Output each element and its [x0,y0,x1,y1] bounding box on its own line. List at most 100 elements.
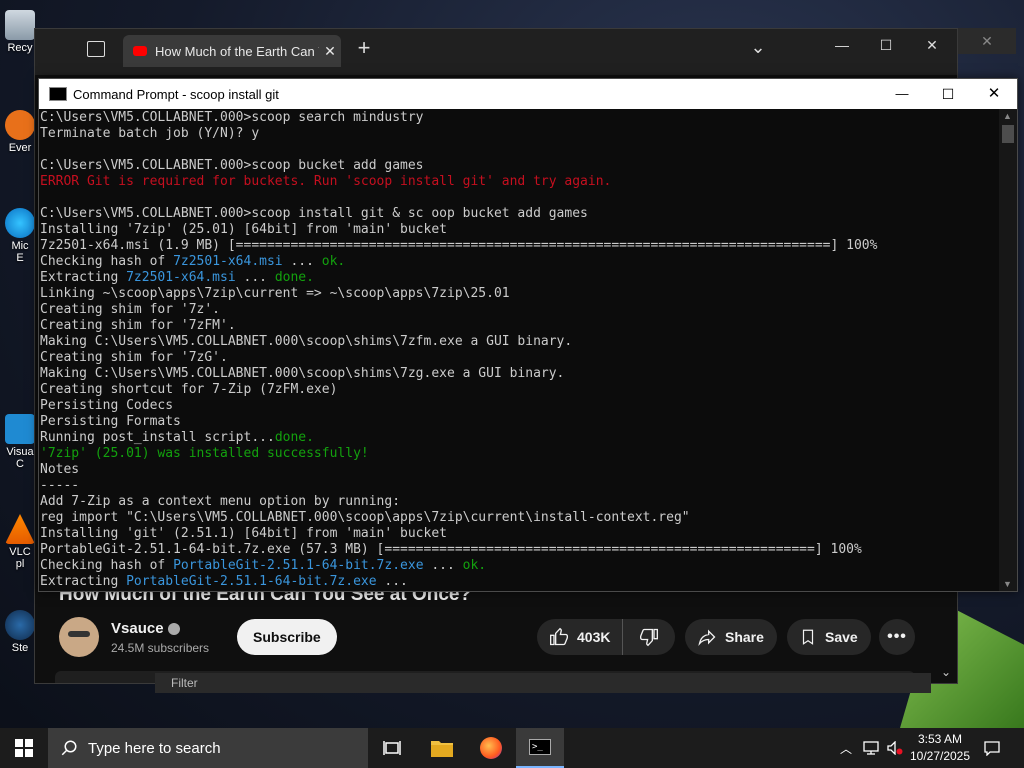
like-dislike-group: 403K [537,619,675,655]
terminal-line: Linking ~\scoop\apps\7zip\current => ~\s… [40,286,510,301]
text-segment: Running post_install script... [40,430,275,445]
cmd-minimize-button[interactable]: — [879,79,925,109]
cmd-title-bar[interactable]: Command Prompt - scoop install git — ☐ ✕ [39,79,1017,109]
channel-name-row: Vsauce [111,620,209,637]
tab-title: How Much of the Earth Can Yo [155,43,319,59]
terminal-progress-line: 7z2501-x64.msi (1.9 MB) [===============… [40,238,878,253]
terminal-line: Creating shim for '7zG'. [40,350,228,365]
text-segment: ... [376,574,408,589]
terminal-progress-line: PortableGit-2.51.1-64-bit.7z.exe (57.3 M… [40,542,862,557]
terminal-line: Checking hash of PortableGit-2.51.1-64-b… [39,558,999,574]
taskbar-file-explorer[interactable] [418,728,466,768]
notifications-button[interactable] [980,728,1004,768]
browser-minimize-button[interactable]: — [827,37,857,53]
edge-icon [5,208,35,238]
subscriber-count: 24.5M subscribers [111,640,210,655]
browser-tab-bar: How Much of the Earth Can Yo ✕ + ⌄ — ☐ ✕ [35,29,957,75]
terminal-line: Checking hash of 7z2501-x64.msi ... ok. [39,254,999,270]
thumbs-down-icon [640,628,659,647]
windows-logo-icon [15,739,33,757]
cmd-maximize-button[interactable]: ☐ [925,79,971,109]
scroll-down-arrow-icon[interactable]: ▼ [1003,579,1012,589]
filename-segment: 7z2501-x64.msi [126,270,236,285]
dislike-button[interactable] [623,627,667,647]
tab-actions-icon[interactable] [87,41,105,57]
terminal-line: reg import "C:\Users\VM5.COLLABNET.000\s… [40,510,690,525]
terminal-line: Running post_install script...done. [39,430,999,446]
share-icon [698,629,716,647]
taskbar-clock[interactable]: 3:53 AM 10/27/2025 [908,731,972,765]
terminal-line: Extracting PortableGit-2.51.1-64-bit.7z.… [39,574,999,590]
text-segment: ... [235,270,275,285]
taskbar: Type here to search >_ ︿ 3:53 AM 10/27/2… [0,728,1024,768]
subscribe-button[interactable]: Subscribe [237,619,337,655]
text-segment: ... [423,558,463,573]
status-segment: ok. [321,254,346,269]
save-button[interactable]: Save [787,619,871,655]
terminal-line: Creating shim for '7z'. [40,302,221,317]
terminal-line: Creating shim for '7zFM'. [40,318,236,333]
text-segment: Checking hash of [40,558,174,573]
taskbar-search-box[interactable]: Type here to search [48,728,368,768]
show-hidden-icons-button[interactable]: ︿ [836,728,856,768]
channel-name[interactable]: Vsauce [111,620,164,637]
browser-scroll-down-icon[interactable]: ⌄ [941,665,951,679]
share-button[interactable]: Share [685,619,777,655]
channel-info: Vsauce 24.5M subscribers [59,617,209,657]
filter-bar[interactable]: Filter [155,673,931,693]
filename-segment: PortableGit-2.51.1-64-bit.7z.exe [126,574,377,589]
task-view-button[interactable] [368,728,416,768]
cmd-scrollbar[interactable]: ▲ ▼ [999,109,1017,591]
steam-icon [5,610,35,640]
tab-list-chevron-icon[interactable]: ⌄ [743,37,773,58]
terminal-line: C:\Users\VM5.COLLABNET.000>scoop search … [40,110,424,125]
bookmark-icon [802,629,814,645]
terminal-line: Installing '7zip' (25.01) [64bit] from '… [40,222,447,237]
scrollbar-thumb[interactable] [1002,125,1014,143]
volume-muted-icon [887,741,903,755]
more-actions-button[interactable]: ••• [879,619,915,655]
vscode-icon [5,414,35,444]
browser-close-button[interactable]: ✕ [917,37,947,54]
terminal-line: Add 7-Zip as a context menu option by ru… [40,494,401,509]
channel-avatar[interactable] [59,617,99,657]
start-button[interactable] [0,728,48,768]
background-window-close-button[interactable]: ✕ [958,28,1016,54]
filter-label: Filter [171,676,198,690]
filename-segment: PortableGit-2.51.1-64-bit.7z.exe [173,558,424,573]
task-view-icon [383,741,401,755]
tab-close-icon[interactable]: ✕ [319,43,341,60]
taskbar-firefox[interactable] [467,728,515,768]
cmd-close-button[interactable]: ✕ [971,79,1017,109]
text-segment: Extracting [40,270,127,285]
network-status[interactable] [860,728,882,768]
recycle-bin-icon [5,10,35,40]
terminal-error-line: ERROR Git is required for buckets. Run '… [40,174,612,189]
share-label: Share [725,629,764,645]
clock-time: 3:53 AM [917,732,963,746]
cmd-app-icon [49,87,67,101]
browser-maximize-button[interactable]: ☐ [871,37,901,54]
save-label: Save [825,629,858,645]
terminal-line: Persisting Codecs [40,398,174,413]
verified-badge-icon [167,622,180,635]
terminal-line: ----- [40,478,80,493]
more-horizontal-icon: ••• [887,628,907,645]
like-button[interactable]: 403K [537,619,624,655]
chevron-up-icon: ︿ [839,741,852,756]
status-segment: done. [274,430,314,445]
scroll-up-arrow-icon[interactable]: ▲ [1003,111,1012,121]
command-prompt-window: Command Prompt - scoop install git — ☐ ✕… [38,78,1018,592]
taskbar-command-prompt[interactable]: >_ [516,728,564,768]
new-tab-button[interactable]: + [349,35,379,61]
search-placeholder: Type here to search [88,739,221,757]
browser-tab-youtube[interactable]: How Much of the Earth Can Yo ✕ [123,35,341,67]
clock-date: 10/27/2025 [909,749,971,763]
volume-status[interactable] [884,728,906,768]
notification-icon [984,741,1000,756]
terminal-line: Terminate batch job (Y/N)? y [40,126,260,141]
terminal-line: Extracting 7z2501-x64.msi ... done. [39,270,999,286]
cmd-output[interactable]: C:\Users\VM5.COLLABNET.000>scoop search … [39,109,999,591]
cmd-taskbar-icon: >_ [529,739,551,755]
network-icon [863,741,879,755]
